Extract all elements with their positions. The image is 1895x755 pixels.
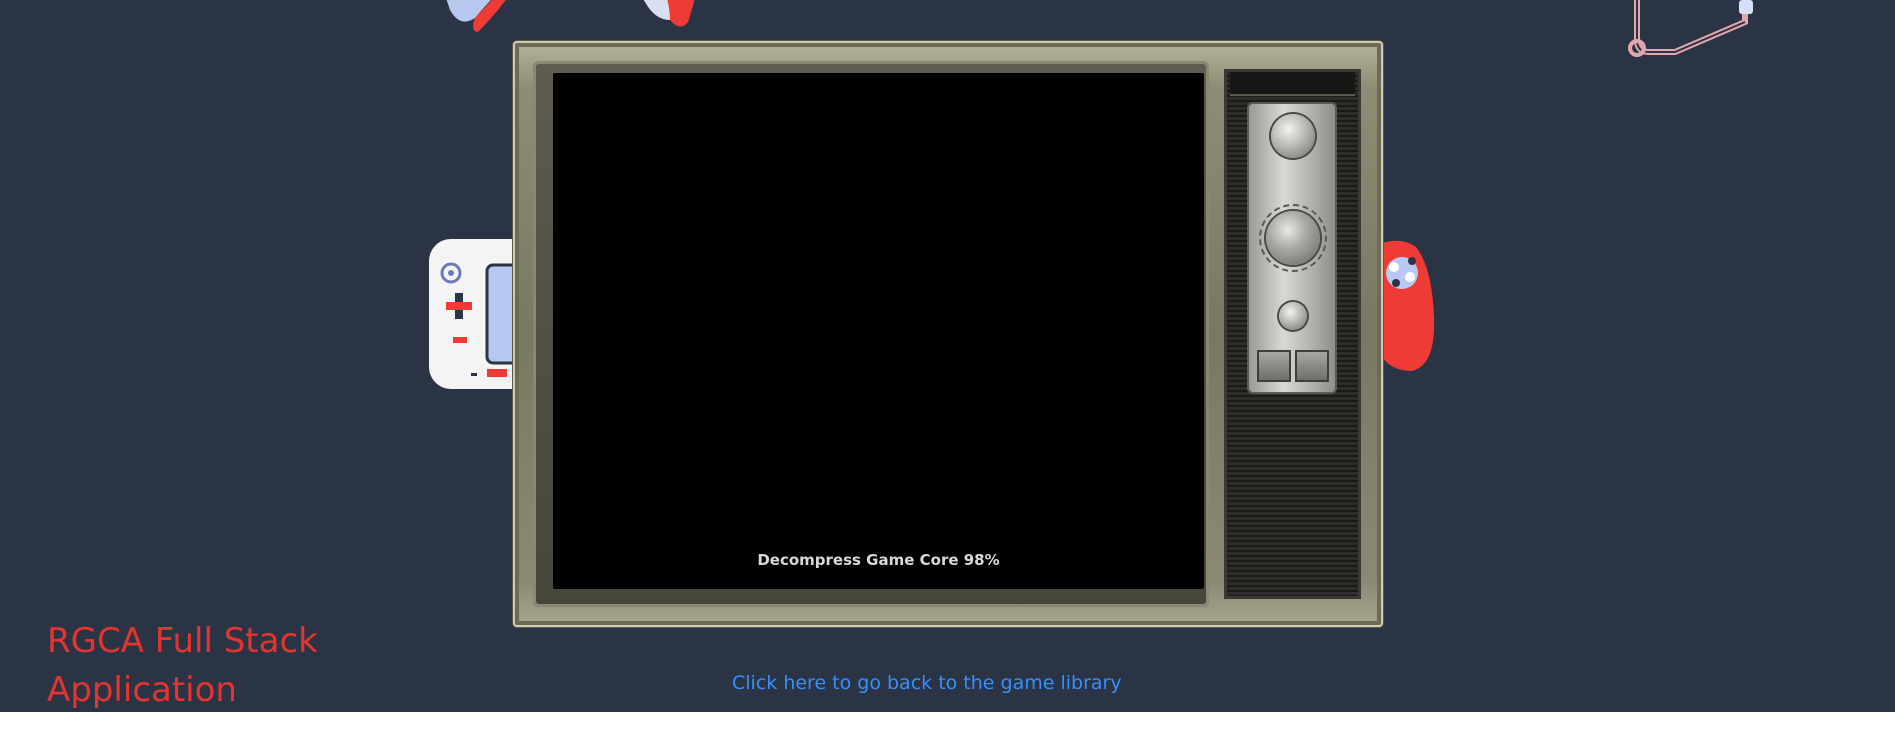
- channel-knob-icon: [1271, 114, 1315, 158]
- gamepad-controller-icon: [446, 0, 695, 32]
- app-title: RGCA Full Stack Application: [47, 621, 318, 710]
- cable-icon: [1628, 0, 1753, 57]
- tv-bezel: Decompress Game Core 98%: [533, 61, 1209, 607]
- tv-control-panel: [1224, 69, 1361, 599]
- panel-button-right: [1295, 350, 1329, 382]
- panel-top-bar: [1230, 72, 1355, 96]
- game-screen[interactable]: Decompress Game Core 98%: [553, 73, 1204, 589]
- volume-knob-icon: [1279, 302, 1307, 330]
- back-to-library-link[interactable]: Click here to go back to the game librar…: [732, 672, 1122, 694]
- retro-tv-frame: Decompress Game Core 98%: [513, 41, 1383, 627]
- page-background: Decompress Game Core 98% RGCA Full Stack…: [0, 0, 1895, 712]
- knob-plate: [1247, 102, 1337, 394]
- loading-status-text: Decompress Game Core 98%: [757, 551, 1000, 569]
- handheld-console-icon: [429, 239, 527, 389]
- tuner-knob-icon: [1266, 211, 1320, 265]
- panel-button-left: [1257, 350, 1291, 382]
- joycon-controller-icon: [1382, 240, 1435, 371]
